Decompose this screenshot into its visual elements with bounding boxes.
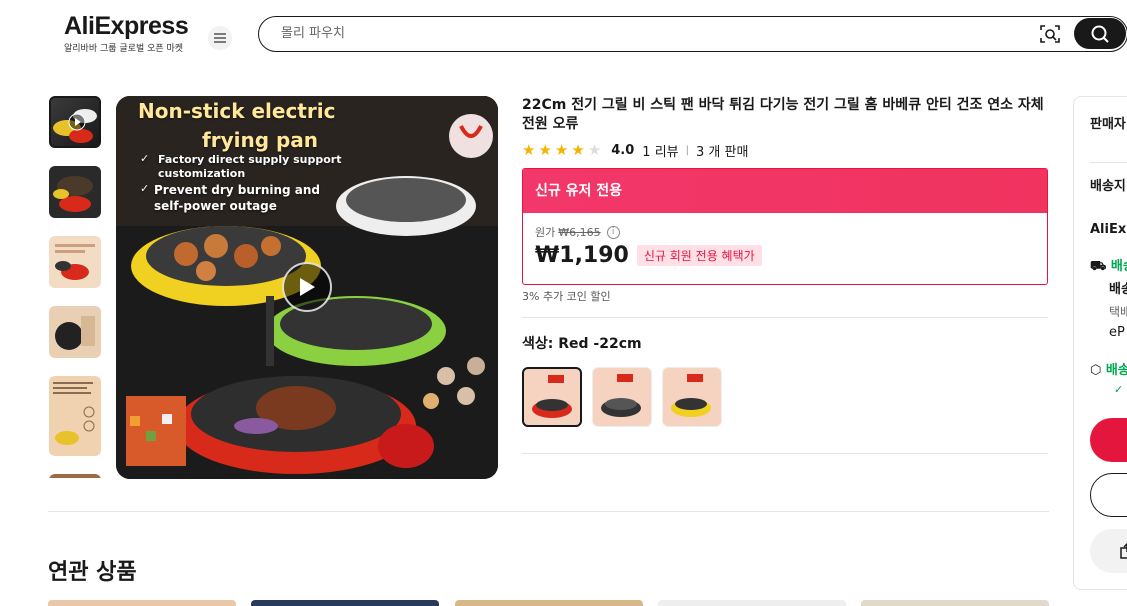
check-icon: ✓	[1114, 383, 1124, 396]
thumbnail-image	[53, 109, 97, 143]
rating-value: 4.0	[611, 142, 635, 158]
original-price-row: 원가 ₩6,165 i	[535, 224, 1035, 240]
package-icon: ⬡	[1090, 363, 1102, 378]
parcel-text: 택배	[1109, 305, 1127, 319]
divider	[522, 317, 1048, 318]
shipping-text-1: 배송	[1110, 259, 1127, 274]
sold-count: 3 개 판매	[696, 144, 749, 160]
thumbnail-6[interactable]	[49, 474, 101, 478]
image-bullet-1a: Factory direct supply support	[158, 153, 342, 166]
info-icon[interactable]: i	[606, 225, 620, 239]
swatch-image	[601, 374, 641, 417]
shipping-row-1: ⛟ 배송	[1090, 255, 1127, 276]
search-bar[interactable]: 몰리 파우치	[258, 16, 1127, 52]
thumbnail-image	[55, 316, 95, 350]
main-product-image[interactable]: Non-stick electric frying pan ✓ Factory …	[116, 96, 498, 479]
swatch-image	[671, 374, 711, 417]
original-price: ₩6,165	[558, 225, 601, 239]
product-title: 22Cm 전기 그릴 비 스틱 팬 바닥 튀김 다기능 전기 그릴 홈 바베큐 …	[522, 97, 1044, 132]
buy-now-button[interactable]	[1090, 418, 1127, 462]
thumbnail-3[interactable]	[49, 236, 101, 288]
menu-button[interactable]	[208, 26, 232, 50]
thumbnail-image	[55, 244, 95, 280]
thumbnail-2[interactable]	[49, 166, 101, 218]
promo-body: 원가 ₩6,165 i ₩1,190 신규 회원 전용 혜택가	[523, 213, 1047, 279]
color-label: 색상: Red -22cm	[522, 336, 642, 352]
play-video-button[interactable]	[282, 262, 332, 312]
related-product-card[interactable]	[861, 600, 1049, 606]
image-check-icon-2: ✓	[140, 182, 150, 195]
thumbnail-image	[53, 382, 95, 445]
coin-discount: 3% 추가 코인 할인	[522, 290, 611, 303]
product-info: 22Cm 전기 그릴 비 스틱 팬 바닥 튀김 다기능 전기 그릴 홈 바베큐 …	[522, 96, 1048, 454]
header: AliExpress 알리바바 그룹 글로벌 오픈 마켓 몰리 파우치	[0, 0, 1127, 70]
image-headline-2: frying pan	[202, 128, 319, 152]
current-price: ₩1,190	[535, 243, 629, 268]
price-badge: 신규 회원 전용 혜택가	[636, 245, 762, 266]
rating-row: ★ ★ ★ ★ ★ 4.0 1 리뷰 | 3 개 판매	[522, 140, 1048, 160]
shipping-text-3: 배송	[1105, 363, 1127, 378]
thumbnail-video[interactable]	[49, 96, 101, 148]
shipping-label[interactable]: 배송지	[1090, 175, 1126, 194]
play-icon	[300, 278, 315, 296]
thumbnail-4[interactable]	[49, 306, 101, 358]
promo-header: 신규 유저 전용	[523, 169, 1047, 213]
promo-box: 신규 유저 전용 원가 ₩6,165 i ₩1,190 신규 회원 전용 혜택가	[522, 168, 1048, 285]
rating-stars: ★ ★ ★ ★ ★	[522, 140, 602, 159]
star-icon: ★	[554, 140, 569, 159]
color-option-red[interactable]	[522, 367, 582, 427]
related-product-card[interactable]	[658, 600, 846, 606]
search-icon	[1091, 25, 1109, 43]
image-headline-1: Non-stick electric	[138, 99, 336, 123]
thumbnail-image	[53, 176, 93, 212]
logo-text: AliExpress	[64, 12, 189, 40]
related-product-card[interactable]	[48, 600, 236, 606]
related-product-card[interactable]	[251, 600, 439, 606]
aliexpress-logo[interactable]: AliExpress 알리바바 그룹 글로벌 오픈 마켓	[64, 12, 189, 54]
image-search-icon[interactable]	[1039, 23, 1061, 45]
shipping-row-3: ⬡ 배송	[1090, 359, 1127, 378]
price-row: ₩1,190 신규 회원 전용 혜택가	[535, 243, 1035, 268]
separator: |	[685, 144, 689, 156]
divider	[522, 453, 1048, 454]
thumbnail-5[interactable]	[49, 376, 101, 456]
star-icon: ★	[571, 140, 585, 159]
ep-text: eP	[1109, 325, 1125, 340]
related-product-card[interactable]	[455, 600, 643, 606]
image-bullet-1b: customization	[158, 167, 246, 180]
star-empty-icon: ★	[587, 140, 602, 159]
logo-tagline: 알리바바 그룹 글로벌 오픈 마켓	[64, 44, 184, 54]
review-count[interactable]: 1 리뷰	[642, 141, 678, 160]
color-option-black[interactable]	[592, 367, 652, 427]
color-swatches	[522, 367, 1048, 427]
image-check-icon-1: ✓	[140, 152, 150, 165]
original-price-label: 원가	[535, 226, 556, 239]
hamburger-icon	[214, 33, 226, 43]
truck-icon: ⛟	[1090, 259, 1107, 274]
image-bullet-2a: Prevent dry burning and	[154, 183, 321, 197]
add-to-cart-button[interactable]	[1090, 473, 1127, 517]
star-icon: ★	[522, 140, 536, 159]
search-input[interactable]: 몰리 파우치	[281, 17, 345, 50]
seller-label[interactable]: 판매자	[1090, 113, 1126, 132]
thumbnail-list	[48, 96, 104, 478]
shipping-text-2: 배송	[1109, 282, 1127, 297]
aliexpress-label: AliExp	[1090, 222, 1127, 237]
color-option-yellow[interactable]	[662, 367, 722, 427]
purchase-panel: 판매자 배송지 AliExp ⛟ 배송 배송 택배 eP ⬡ 배송 ✓	[1073, 96, 1127, 590]
share-icon	[1120, 543, 1127, 559]
star-icon: ★	[538, 140, 552, 159]
swatch-image	[532, 375, 572, 418]
related-products-title: 연관 상품	[48, 560, 137, 585]
divider	[1090, 162, 1127, 163]
search-button[interactable]	[1074, 18, 1126, 49]
image-bullet-2b: self-power outage	[154, 199, 277, 213]
section-divider	[48, 511, 1049, 512]
share-button[interactable]	[1090, 529, 1127, 573]
